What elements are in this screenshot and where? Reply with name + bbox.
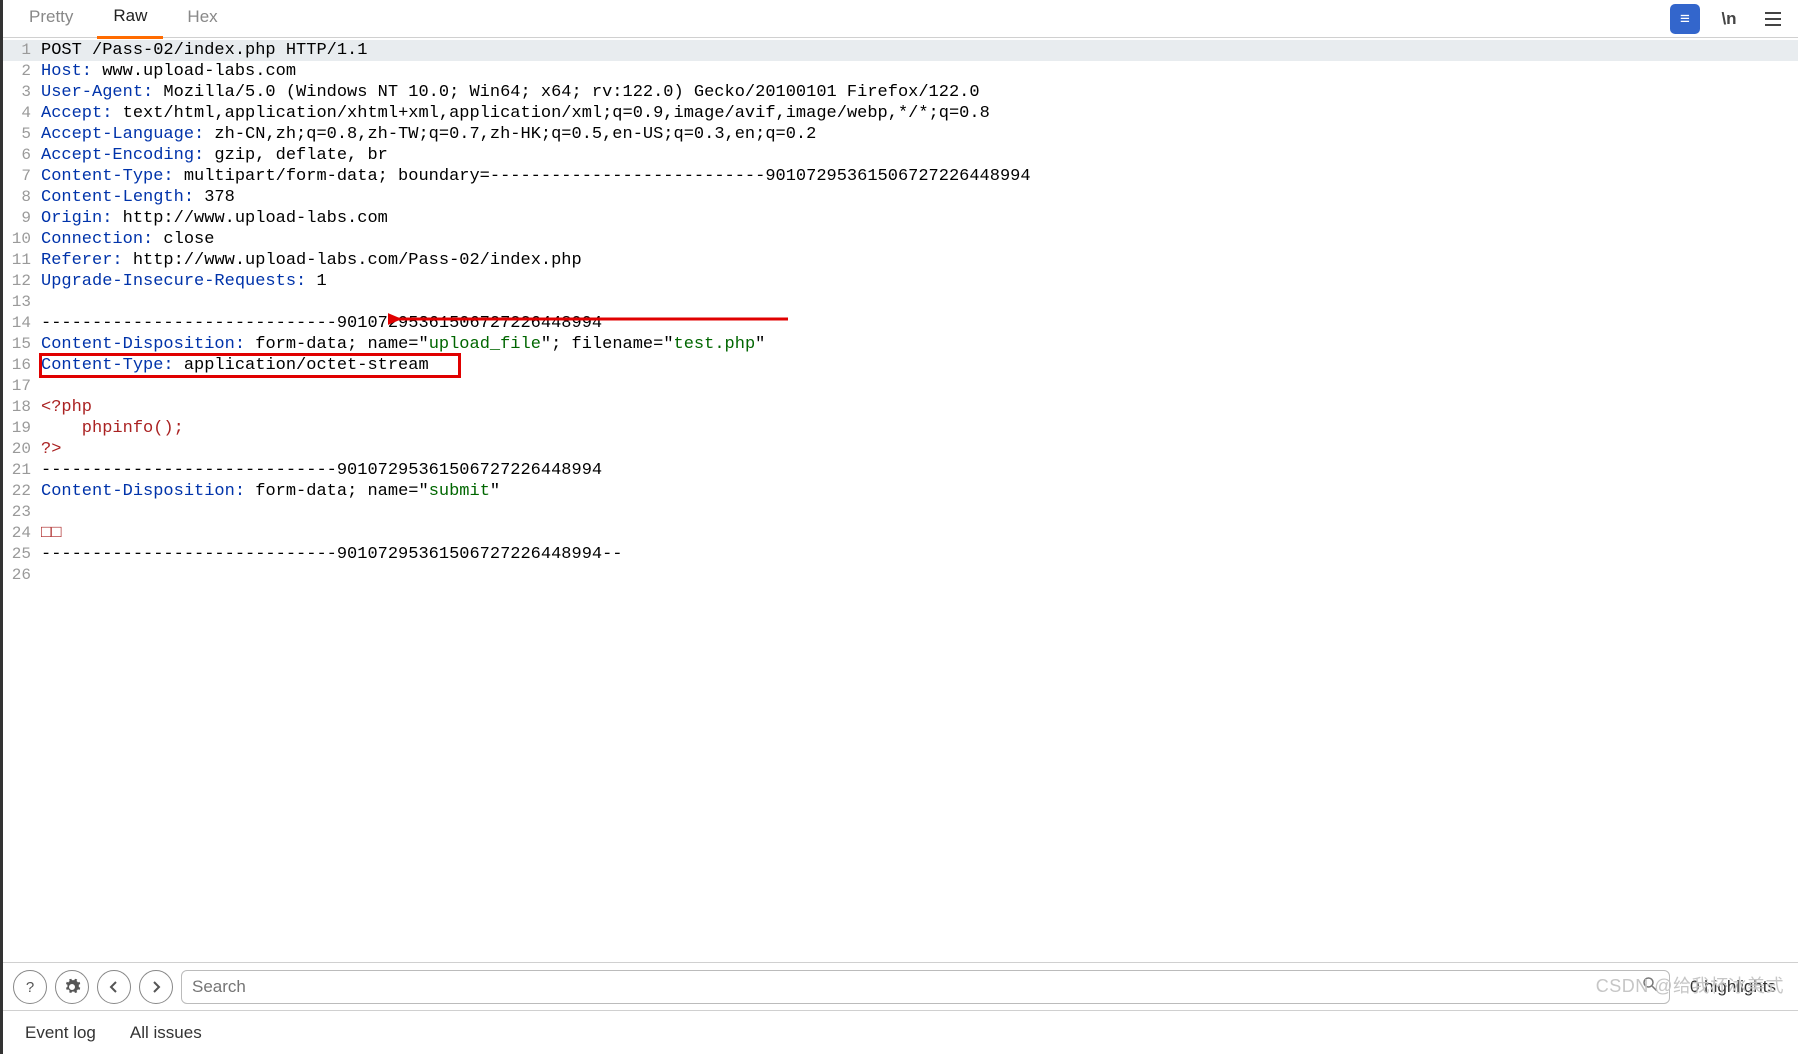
view-tabs: Pretty Raw Hex ≡ \n (3, 0, 1798, 38)
menu-icon[interactable] (1758, 4, 1788, 34)
tab-raw[interactable]: Raw (97, 0, 163, 39)
event-log-link[interactable]: Event log (25, 1023, 96, 1043)
prev-match-icon[interactable] (97, 970, 131, 1004)
bottom-bar: Event log All issues (3, 1010, 1798, 1054)
search-input[interactable] (192, 977, 1641, 997)
svg-text:?: ? (26, 979, 34, 996)
request-editor[interactable]: 1POST /Pass-02/index.php HTTP/1.1 2Host:… (3, 38, 1798, 962)
all-issues-link[interactable]: All issues (130, 1023, 202, 1043)
watermark: CSDN @给我杯冰美式 (1596, 972, 1784, 998)
search-input-container (181, 970, 1670, 1004)
wrap-lines-icon[interactable]: ≡ (1670, 4, 1700, 34)
next-match-icon[interactable] (139, 970, 173, 1004)
search-bar: ? 0 highlights (3, 962, 1798, 1010)
settings-gear-icon[interactable] (55, 970, 89, 1004)
tab-hex[interactable]: Hex (171, 0, 233, 37)
highlighted-content-type: Content-Type: application/octet-stream (41, 355, 459, 376)
tab-pretty[interactable]: Pretty (13, 0, 89, 37)
help-icon[interactable]: ? (13, 970, 47, 1004)
show-newlines-button[interactable]: \n (1714, 4, 1744, 34)
